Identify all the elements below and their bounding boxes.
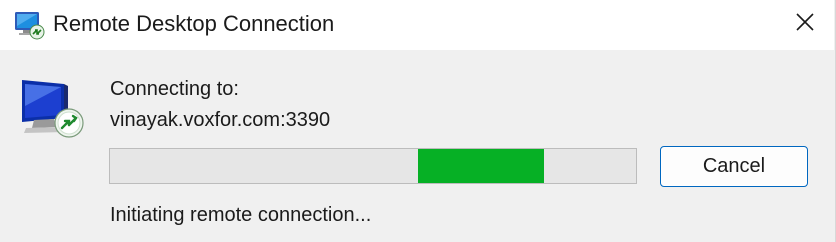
progress-bar-fill [417, 149, 544, 183]
remote-desktop-icon [12, 10, 46, 40]
remote-desktop-large-icon [18, 72, 88, 142]
connecting-label: Connecting to: [110, 78, 239, 100]
close-button[interactable] [776, 0, 834, 48]
remote-desktop-dialog: Remote Desktop Connection Connecting to:… [0, 0, 836, 242]
window-title: Remote Desktop Connection [53, 11, 335, 36]
host-address: vinayak.voxfor.com:3390 [110, 109, 331, 131]
status-text: Initiating remote connection... [110, 204, 372, 226]
connection-progress-bar [109, 148, 637, 184]
cancel-button[interactable]: Cancel [660, 146, 808, 187]
close-icon [795, 12, 815, 37]
title-bar: Remote Desktop Connection [0, 0, 834, 50]
